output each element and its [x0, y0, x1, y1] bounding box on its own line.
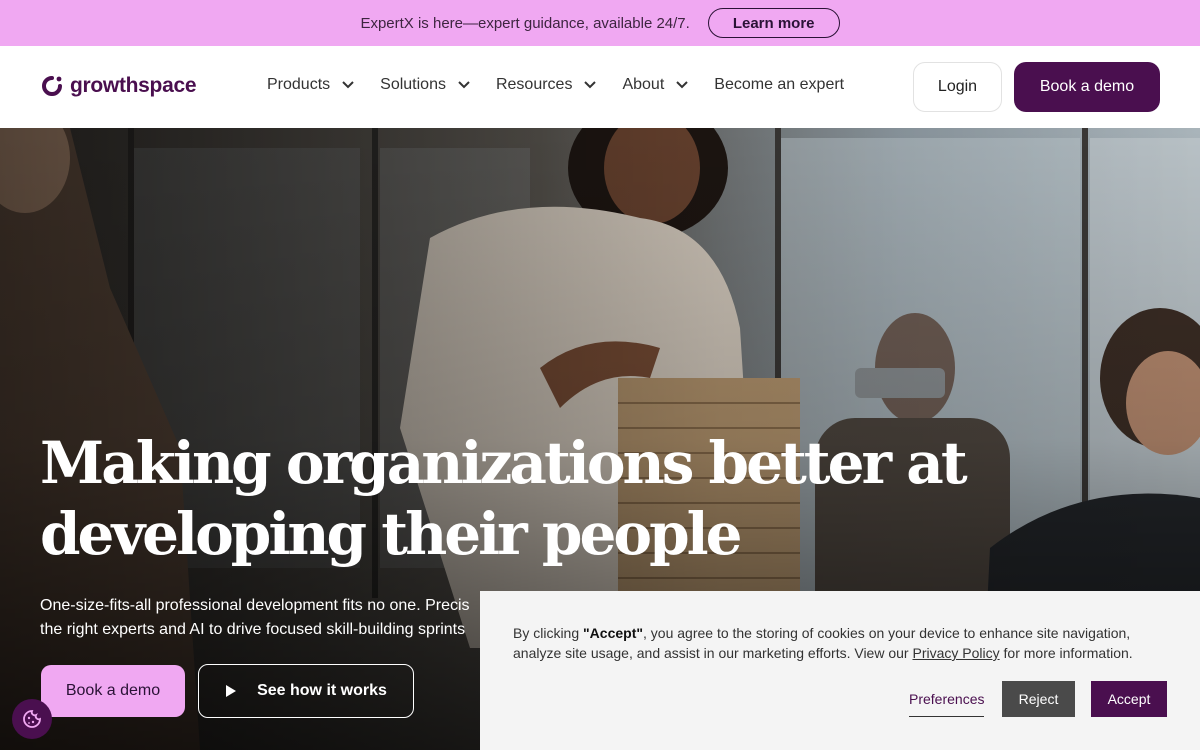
book-demo-button[interactable]: Book a demo — [1014, 62, 1160, 112]
growthspace-logo-icon — [42, 76, 62, 96]
privacy-policy-link[interactable]: Privacy Policy — [912, 645, 999, 661]
nav-item-products[interactable]: Products — [267, 76, 354, 94]
hero-subtitle-line: One-size-fits-all professional developme… — [40, 597, 470, 614]
nav-label: Products — [267, 76, 331, 93]
accept-button[interactable]: Accept — [1091, 681, 1167, 717]
hero-title-line: developing their people — [40, 500, 743, 568]
see-how-it-works-button[interactable]: See how it works — [198, 664, 414, 718]
hero-title-line: Making organizations better at — [40, 429, 968, 497]
hero-subtitle: One-size-fits-all professional developme… — [40, 594, 500, 642]
see-how-label: See how it works — [257, 682, 387, 699]
chevron-down-icon — [676, 81, 688, 89]
learn-more-button[interactable]: Learn more — [707, 8, 840, 38]
nav-label: Solutions — [380, 76, 446, 93]
nav-item-resources[interactable]: Resources — [495, 76, 597, 94]
hero-book-demo-button[interactable]: Book a demo — [41, 665, 185, 717]
hero-title: Making organizations better at developin… — [40, 428, 968, 570]
chevron-down-icon — [584, 81, 597, 89]
nav-item-solutions[interactable]: Solutions — [380, 76, 470, 94]
announcement-text: ExpertX is here—expert guidance, availab… — [360, 14, 690, 32]
chevron-down-icon — [342, 81, 354, 89]
cookie-message: By clicking "Accept", you agree to the s… — [513, 623, 1173, 663]
play-icon — [226, 685, 237, 697]
nav-label: Become an expert — [714, 76, 845, 93]
site-header: growthspace Products Solutions Resources… — [0, 46, 1200, 128]
cookie-icon — [23, 710, 41, 728]
cookie-settings-button[interactable] — [12, 699, 52, 739]
nav-label: Resources — [495, 76, 573, 93]
chevron-down-icon — [458, 81, 470, 89]
preferences-button[interactable]: Preferences — [909, 681, 985, 717]
reject-button[interactable]: Reject — [1002, 681, 1075, 717]
hero-subtitle-line: the right experts and AI to drive focuse… — [40, 621, 466, 638]
login-button[interactable]: Login — [913, 62, 1002, 112]
logo[interactable]: growthspace — [40, 74, 197, 98]
cookie-banner: By clicking "Accept", you agree to the s… — [480, 591, 1200, 750]
nav-item-become-expert[interactable]: Become an expert — [714, 76, 844, 94]
nav-item-about[interactable]: About — [622, 76, 688, 94]
logo-text: growthspace — [70, 74, 197, 97]
announcement-bar: ExpertX is here—expert guidance, availab… — [0, 0, 1200, 46]
nav-label: About — [622, 76, 665, 93]
cookie-text-prefix: By clicking — [513, 625, 584, 641]
main-nav: Products Solutions Resources About Becom… — [267, 76, 870, 94]
cookie-text-bold: "Accept" — [583, 625, 643, 641]
cookie-text-suffix: for more information. — [999, 645, 1133, 661]
